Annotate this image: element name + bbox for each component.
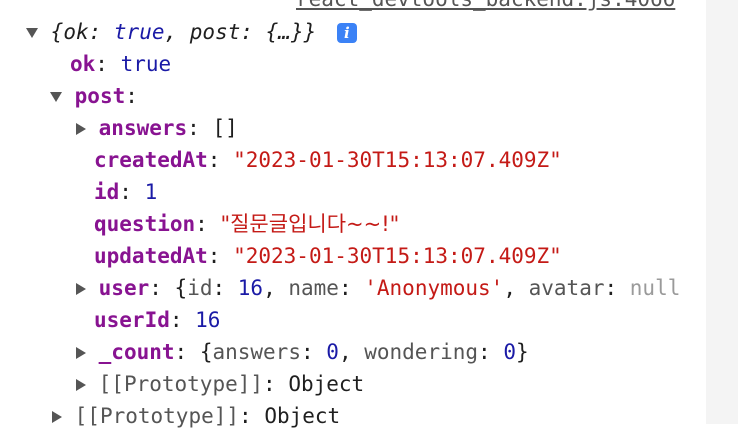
collapse-triangle-icon[interactable] (76, 379, 86, 391)
root-summary: {ok: true, post: {…}} (50, 20, 317, 44)
property-question: question: "질문글입니다~~!" (94, 212, 400, 236)
source-link[interactable]: react_devtools_backend.js:4066 (296, 0, 675, 11)
property-post-prototype[interactable]: [[Prototype]]: Object (76, 369, 364, 399)
property-count[interactable]: _count: {answers: 0, wondering: 0} (76, 337, 529, 367)
collapse-triangle-icon[interactable] (76, 283, 86, 295)
expand-triangle-icon[interactable] (50, 92, 62, 102)
property-createdAt: createdAt: "2023-01-30T15:13:07.409Z" (94, 148, 562, 172)
property-root-prototype[interactable]: [[Prototype]]: Object (52, 401, 340, 431)
info-icon[interactable]: i (336, 23, 357, 43)
property-userId: userId: 16 (94, 308, 221, 332)
property-answers[interactable]: answers: [] (76, 113, 238, 143)
property-id: id: 1 (94, 180, 158, 204)
property-post[interactable]: post: (50, 81, 138, 111)
expand-triangle-icon[interactable] (26, 28, 38, 38)
property-updatedAt: updatedAt: "2023-01-30T15:13:07.409Z" (94, 244, 562, 268)
collapse-triangle-icon[interactable] (52, 411, 62, 423)
property-ok: ok: true (70, 52, 172, 76)
root-object-row[interactable]: {ok: true, post: {…}} i (26, 17, 357, 47)
collapse-triangle-icon[interactable] (76, 123, 86, 135)
collapse-triangle-icon[interactable] (76, 347, 86, 359)
scrollbar-gutter (706, 0, 738, 424)
property-user[interactable]: user: {id: 16, name: 'Anonymous', avatar… (76, 273, 680, 303)
